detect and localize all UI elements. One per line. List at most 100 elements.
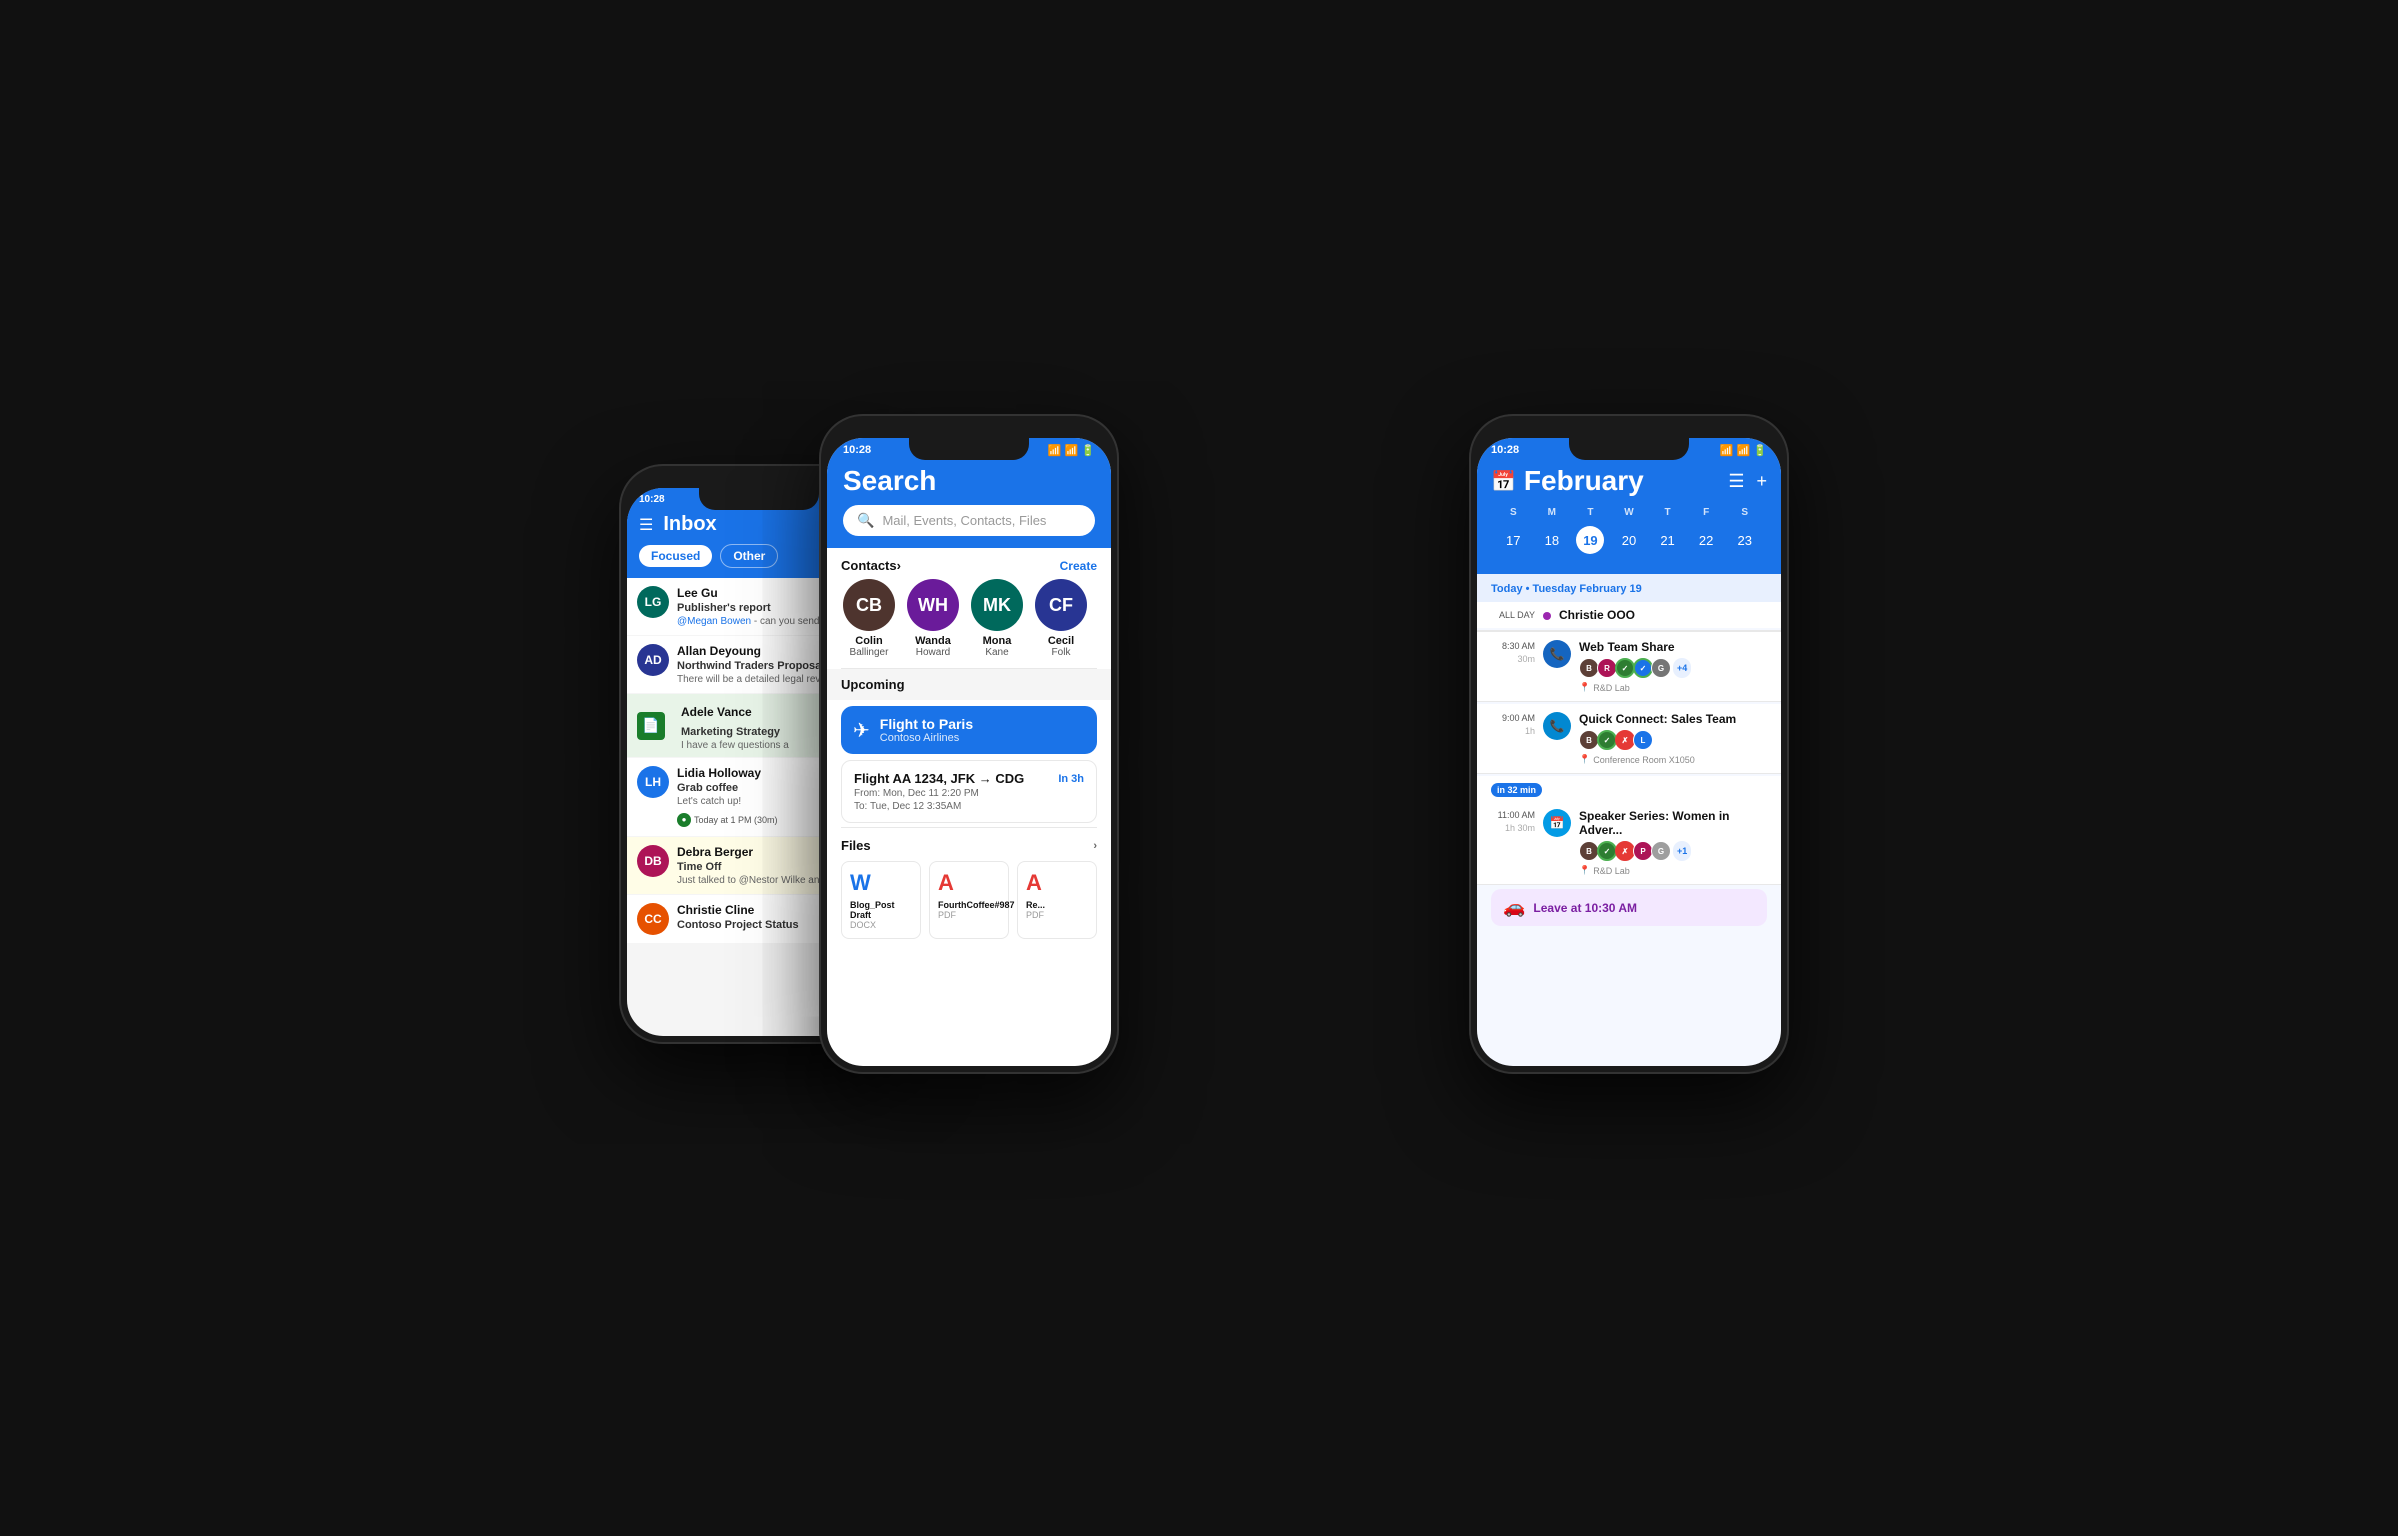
email-sender: Adele Vance <box>681 705 752 719</box>
search-placeholder: Mail, Events, Contacts, Files <box>882 513 1046 528</box>
email-sender: Allan Deyoung <box>677 644 761 658</box>
event-time: ● Today at 1 PM (30m) <box>677 813 778 827</box>
cal-date-19-today[interactable]: 19 <box>1576 526 1604 554</box>
email-sender: Lee Gu <box>677 586 718 600</box>
cal-date-17[interactable]: 17 <box>1499 526 1527 554</box>
attendee-avatar: ✓ <box>1633 658 1653 678</box>
file-item[interactable]: A Re... PDF <box>1017 861 1097 939</box>
event-icon: 📞 <box>1543 640 1571 668</box>
extra-attendees: +4 <box>1673 658 1691 678</box>
cal-date-23[interactable]: 23 <box>1731 526 1759 554</box>
file-name: Blog_Post Draft <box>850 900 912 920</box>
allday-title: Christie OOO <box>1559 608 1635 622</box>
cal-date-21[interactable]: 21 <box>1654 526 1682 554</box>
email-mention: @Megan Bowen <box>677 616 751 627</box>
location-icon: 📍 <box>1579 754 1590 765</box>
day-header-s: S <box>1495 505 1532 520</box>
attendee-avatar: G <box>1651 841 1671 861</box>
contact-item[interactable]: WH Wanda Howard <box>905 579 961 658</box>
search-time: 10:28 <box>843 444 871 457</box>
other-filter-button[interactable]: Other <box>720 544 778 568</box>
flight-card[interactable]: ✈ Flight to Paris Contoso Airlines <box>841 706 1097 754</box>
event-duration: 1h 30m <box>1491 822 1535 835</box>
calendar-day-headers: S M T W T F S <box>1491 505 1767 526</box>
event-body: Speaker Series: Women in Adver... B ✓ ✗ … <box>1579 809 1767 876</box>
attendee-avatar: B <box>1579 841 1599 861</box>
event-item[interactable]: 11:00 AM 1h 30m 📅 Speaker Series: Women … <box>1477 801 1781 885</box>
attendee-avatar: ✓ <box>1597 841 1617 861</box>
email-sender: Christie Cline <box>677 903 754 917</box>
contact-item[interactable]: CF Cecil Folk <box>1033 579 1089 658</box>
add-event-icon[interactable]: + <box>1756 471 1767 492</box>
files-label: Files <box>841 838 871 853</box>
contact-item[interactable]: MK Mona Kane <box>969 579 1025 658</box>
event-item[interactable]: 9:00 AM 1h 📞 Quick Connect: Sales Team B… <box>1477 704 1781 774</box>
search-input-box[interactable]: 🔍 Mail, Events, Contacts, Files <box>843 505 1095 536</box>
pdf-icon: A <box>1026 870 1088 896</box>
event-item[interactable]: 8:30 AM 30m 📞 Web Team Share B R ✓ <box>1477 632 1781 702</box>
files-section: Files › <box>827 832 1111 857</box>
day-header-m: M <box>1534 505 1571 520</box>
email-sender: Lidia Holloway <box>677 766 761 780</box>
calendar-icon: 📅 <box>1491 469 1516 494</box>
calendar-title-left: 📅 February <box>1491 465 1644 497</box>
event-title: Quick Connect: Sales Team <box>1579 712 1767 726</box>
attendee-avatar: ✓ <box>1615 658 1635 678</box>
calendar-title-row: 📅 February ☰ + <box>1491 461 1767 505</box>
word-icon: W <box>850 870 912 896</box>
location-icon: 📍 <box>1579 682 1590 693</box>
attendee-avatar: P <box>1633 841 1653 861</box>
event-avatars: B ✓ ✗ L <box>1579 730 1767 750</box>
travel-card[interactable]: 🚗 Leave at 10:30 AM <box>1491 889 1767 926</box>
allday-event[interactable]: ALL DAY Christie OOO <box>1477 602 1781 628</box>
scene: 10:28 ▲◀ 📶 ☰ Inbox Focused Other ⚡ Filte… <box>599 384 1799 1152</box>
search-content: Contacts › Create CB Colin Ballinger WH <box>827 548 1111 943</box>
calendar-event-icon: 📅 <box>1550 816 1565 830</box>
notch <box>699 488 819 510</box>
events-list: ALL DAY Christie OOO 8:30 AM 30m 📞 <box>1477 602 1781 930</box>
contact-lastname: Kane <box>969 647 1025 658</box>
contact-lastname: Ballinger <box>841 647 897 658</box>
flight-info: Flight to Paris Contoso Airlines <box>880 716 973 744</box>
hamburger-icon[interactable]: ☰ <box>639 515 653 535</box>
calendar-time: 10:28 <box>1491 444 1519 457</box>
inbox-title: Inbox <box>663 513 716 536</box>
notch <box>909 438 1029 460</box>
contact-name: Cecil <box>1033 635 1089 647</box>
files-row: W Blog_Post Draft DOCX A FourthCoffee#98… <box>827 857 1111 943</box>
search-status-icons: 📶 📶 🔋 <box>1048 444 1095 457</box>
cal-date-18[interactable]: 18 <box>1538 526 1566 554</box>
flight-to: To: Tue, Dec 12 3:35AM <box>854 801 1084 812</box>
list-view-icon[interactable]: ☰ <box>1728 471 1744 492</box>
flight-detail-header: Flight AA 1234, JFK → CDG In 3h <box>854 771 1084 786</box>
avatar: LG <box>637 586 669 618</box>
extra-attendees: +1 <box>1673 841 1691 861</box>
event-icon: 📅 <box>1543 809 1571 837</box>
attendee-avatar: B <box>1579 730 1599 750</box>
allday-label: ALL DAY <box>1491 610 1535 620</box>
cal-date-20[interactable]: 20 <box>1615 526 1643 554</box>
phone-search: 10:28 📶 📶 🔋 Search 🔍 Mail, Events, Conta… <box>819 414 1119 1074</box>
file-item[interactable]: A FourthCoffee#987 PDF <box>929 861 1009 939</box>
event-location: 📍 R&D Lab <box>1579 865 1767 876</box>
event-body: Web Team Share B R ✓ ✓ G +4 📍 R&D Lab <box>1579 640 1767 693</box>
contact-avatar-wanda: WH <box>907 579 959 631</box>
event-body: Quick Connect: Sales Team B ✓ ✗ L 📍 Conf… <box>1579 712 1767 765</box>
phone-call-icon: 📞 <box>1550 647 1565 661</box>
event-location: 📍 R&D Lab <box>1579 682 1767 693</box>
phone-call-icon: 📞 <box>1550 719 1565 733</box>
create-button[interactable]: Create <box>1060 559 1097 573</box>
cal-date-22[interactable]: 22 <box>1692 526 1720 554</box>
allday-dot <box>1543 612 1551 620</box>
file-item[interactable]: W Blog_Post Draft DOCX <box>841 861 921 939</box>
contacts-row: CB Colin Ballinger WH Wanda Howard MK Mo… <box>827 579 1111 668</box>
divider <box>841 827 1097 828</box>
focused-filter-button[interactable]: Focused <box>639 545 712 567</box>
phone-calendar: 10:28 📶 📶 🔋 📅 February ☰ + <box>1469 414 1789 1074</box>
flight-icon: ✈ <box>853 718 870 743</box>
flight-detail-card[interactable]: Flight AA 1234, JFK → CDG In 3h From: Mo… <box>841 760 1097 823</box>
contact-item[interactable]: CB Colin Ballinger <box>841 579 897 658</box>
email-sender: Debra Berger <box>677 845 753 859</box>
event-avatars: B R ✓ ✓ G +4 <box>1579 658 1767 678</box>
pdf-icon: A <box>938 870 1000 896</box>
